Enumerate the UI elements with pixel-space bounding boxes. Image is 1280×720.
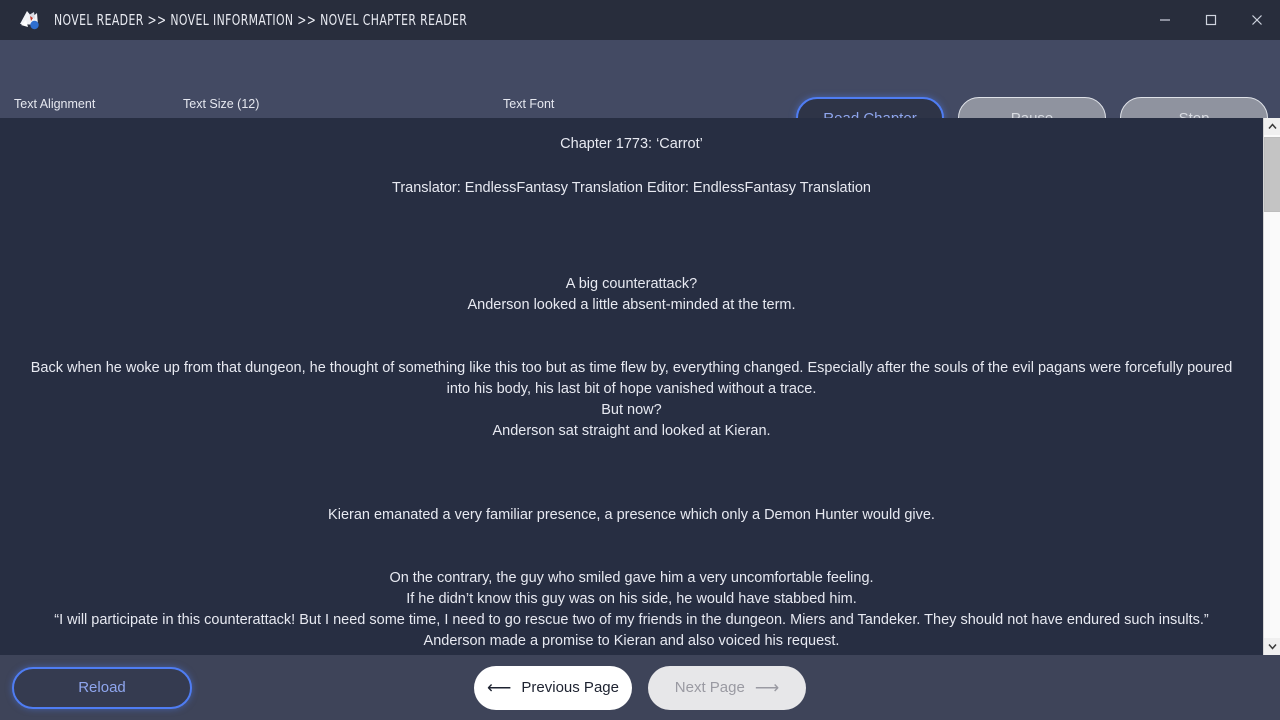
previous-page-button[interactable]: ⟵ Previous Page [474,665,632,710]
vertical-scrollbar[interactable] [1263,118,1280,655]
chapter-paragraph: “I will participate in this counterattac… [54,612,1209,628]
next-page-button[interactable]: Next Page ⟶ [648,665,806,710]
arrow-left-icon: ⟵ [487,678,512,697]
text-font-label: Text Font [503,97,555,111]
title-bar: NOVEL READER >> NOVEL INFORMATION >> NOV… [0,0,1280,40]
next-page-label: Next Page [674,679,745,696]
chapter-content-area: Chapter 1773: ‘Carrot’ Translator: Endle… [0,118,1280,655]
chapter-paragraph: Anderson looked a little absent-minded a… [467,297,796,313]
scrollbar-track[interactable] [1263,135,1280,638]
arrow-right-icon: ⟶ [754,678,780,697]
app-logo-icon [16,7,42,33]
text-size-label: Text Size (12) [183,97,260,111]
previous-page-label: Previous Page [521,679,619,696]
chapter-paragraph: If he didn’t know this guy was on his si… [406,591,857,607]
chapter-paragraph: Back when he woke up from that dungeon, … [30,360,1233,397]
chapter-paragraph: A big counterattack? [565,276,698,292]
chapter-text-scroll[interactable]: Chapter 1773: ‘Carrot’ Translator: Endle… [0,118,1263,655]
reader-toolbar: Text Alignment Text Size (12) Text Font [0,40,1280,146]
scroll-up-arrow-icon[interactable] [1263,118,1280,135]
chapter-credits: Translator: EndlessFantasy Translation E… [392,180,871,196]
text-alignment-label: Text Alignment [14,97,96,111]
window-controls [1142,0,1280,40]
scrollbar-thumb[interactable] [1263,137,1280,212]
minimize-button[interactable] [1142,0,1188,40]
scroll-down-arrow-icon[interactable] [1263,638,1280,655]
novel-chapter-reader-window: NOVEL READER >> NOVEL INFORMATION >> NOV… [0,0,1280,720]
chapter-paragraph: But now? [601,402,662,418]
bottom-navigation-bar: Reload ⟵ Previous Page Next Page ⟶ [0,655,1280,720]
chapter-paragraph: On the contrary, the guy who smiled gave… [389,570,874,586]
window-title: NOVEL READER >> NOVEL INFORMATION >> NOV… [54,11,468,29]
reload-button[interactable]: Reload [12,666,192,709]
chapter-paragraph: Kieran emanated a very familiar presence… [328,507,935,523]
chapter-title: Chapter 1773: ‘Carrot’ [560,136,703,152]
chapter-paragraph: Anderson made a promise to Kieran and al… [423,633,840,649]
close-button[interactable] [1234,0,1280,40]
page-navigation: ⟵ Previous Page Next Page ⟶ [474,665,806,710]
chapter-paragraph: Anderson sat straight and looked at Kier… [492,423,771,439]
maximize-button[interactable] [1188,0,1234,40]
